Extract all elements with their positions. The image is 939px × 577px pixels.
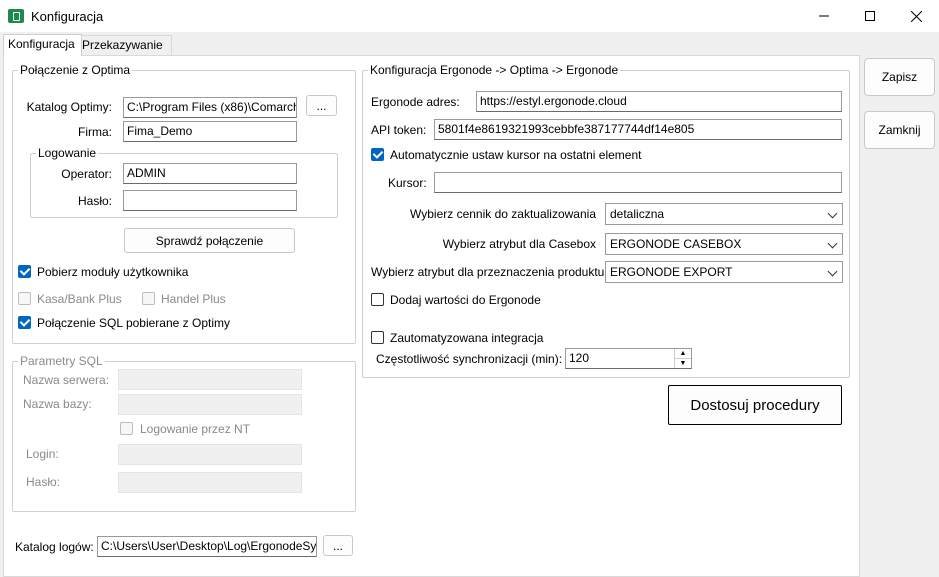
ergonode-group-legend: Konfiguracja Ergonode -> Optima -> Ergon… [368,63,621,77]
sync-frequency-label: Częstotliwość synchronizacji (min): [376,352,563,366]
operator-input[interactable]: ADMIN [123,163,297,184]
pricelist-value: detaliczna [610,207,665,221]
auto-cursor-checkbox[interactable] [371,148,384,161]
title-bar [0,0,939,32]
minimize-icon [819,15,829,17]
nt-login-label: Logowanie przez NT [140,422,251,436]
user-modules-checkbox[interactable] [18,265,31,278]
close-icon [910,10,922,22]
optima-browse-button[interactable]: ... [306,95,337,116]
minimize-button[interactable] [801,0,847,32]
save-button[interactable]: Zapisz [864,58,935,96]
add-values-label: Dodaj wartości do Ergonode [390,293,541,307]
catalog-label: Katalog Optimy: [26,100,112,114]
sync-frequency-spinner[interactable]: 120 ▲ ▼ [565,348,692,369]
password-label: Hasło: [77,194,112,208]
auto-cursor-label: Automatycznie ustaw kursor na ostatni el… [390,148,642,162]
close-button[interactable] [893,0,939,32]
sql-group-legend: Parametry SQL [18,354,105,368]
maximize-button[interactable] [847,0,893,32]
add-values-checkbox[interactable] [371,293,384,306]
pricelist-label: Wybierz cennik do zaktualizowania [410,207,596,221]
spinner-buttons[interactable]: ▲ ▼ [674,349,691,368]
logs-label: Katalog logów: [15,540,94,554]
customize-procedures-button[interactable]: Dostosuj procedury [668,385,842,425]
db-input[interactable] [118,394,302,415]
sync-frequency-value: 120 [569,351,590,365]
sql-from-optima-checkbox[interactable] [18,316,31,329]
maximize-icon [865,11,875,21]
address-input[interactable]: https://estyl.ergonode.cloud [476,91,842,112]
window-title: Konfiguracja [31,9,104,24]
db-label: Nazwa bazy: [23,397,92,411]
casebox-value: ERGONODE CASEBOX [610,237,742,251]
sql-login-label: Login: [26,447,59,461]
kasa-bank-checkbox[interactable] [18,292,31,305]
firm-label: Firma: [78,125,112,139]
server-input[interactable] [118,369,302,390]
sql-login-input[interactable] [118,444,302,465]
server-label: Nazwa serwera: [23,373,110,387]
optima-catalog-input[interactable]: C:\Program Files (x86)\Comarch [123,97,297,118]
operator-label: Operator: [61,167,112,181]
spin-down-icon[interactable]: ▼ [675,359,691,368]
chevron-down-icon [827,266,838,277]
address-label: Ergonode adres: [371,95,460,109]
close-dialog-button[interactable]: Zamknij [864,111,935,149]
login-group-legend: Logowanie [36,146,99,160]
casebox-label: Wybierz atrybut dla Casebox [442,237,596,251]
chevron-down-icon [827,208,838,219]
sql-password-label: Hasło: [26,475,61,489]
app-icon [8,9,24,23]
handel-label: Handel Plus [161,292,226,306]
pricelist-select[interactable]: detaliczna [605,203,843,225]
cursor-input[interactable] [434,172,842,193]
purpose-label: Wybierz atrybut dla przeznaczenia produk… [371,265,605,279]
tab-konfiguracja[interactable]: Konfiguracja [3,34,82,56]
password-input[interactable] [123,190,297,211]
token-input[interactable]: 5801f4e8619321993cebbfe387177744df14e805 [434,119,842,140]
auto-integration-checkbox[interactable] [371,331,384,344]
kasa-bank-label: Kasa/Bank Plus [37,292,122,306]
token-label: API token: [371,123,427,137]
sql-password-input[interactable] [118,472,302,493]
user-modules-label: Pobierz moduły użytkownika [37,265,189,279]
optima-group-legend: Połączenie z Optima [18,63,133,77]
logs-browse-button[interactable]: ... [323,535,353,556]
logs-path-input[interactable]: C:\Users\User\Desktop\Log\ErgonodeSy [97,536,317,557]
purpose-value: ERGONODE EXPORT [610,265,733,279]
check-connection-button[interactable]: Sprawdź połączenie [124,228,295,253]
nt-login-checkbox[interactable] [120,422,133,435]
chevron-down-icon [827,238,838,249]
purpose-select[interactable]: ERGONODE EXPORT [605,261,843,283]
handel-checkbox[interactable] [142,292,155,305]
auto-integration-label: Zautomatyzowana integracja [390,331,544,345]
casebox-select[interactable]: ERGONODE CASEBOX [605,233,843,255]
sql-from-optima-label: Połączenie SQL pobierane z Optimy [37,316,230,330]
firm-input[interactable]: Fima_Demo [123,121,297,142]
cursor-label: Kursor: [388,176,427,190]
tab-przekazywanie[interactable]: Przekazywanie [77,35,172,55]
